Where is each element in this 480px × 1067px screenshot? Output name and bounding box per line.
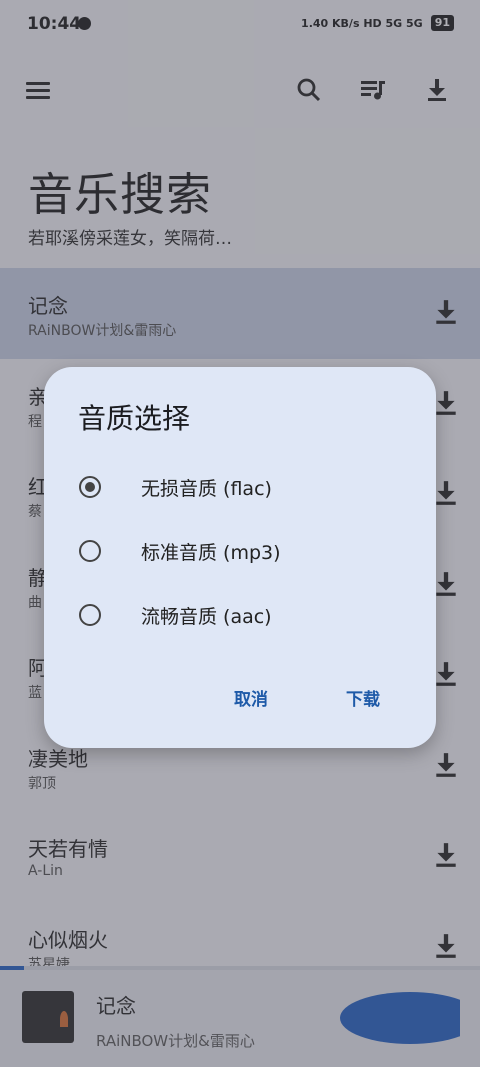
dialog-title: 音质选择 — [78, 402, 191, 435]
option-aac[interactable]: 流畅音质 (aac) — [74, 591, 414, 639]
radio-unchecked-icon[interactable] — [79, 540, 101, 562]
download-button[interactable]: 下载 — [346, 685, 380, 710]
option-label: 流畅音质 (aac) — [141, 605, 272, 628]
option-flac[interactable]: 无损音质 (flac) — [74, 463, 414, 511]
dialog-actions: 取消 下载 — [234, 685, 380, 710]
radio-unchecked-icon[interactable] — [79, 604, 101, 626]
option-label: 标准音质 (mp3) — [141, 541, 281, 564]
option-label: 无损音质 (flac) — [141, 477, 272, 500]
option-mp3[interactable]: 标准音质 (mp3) — [74, 527, 414, 575]
quality-dialog: 音质选择 无损音质 (flac) 标准音质 (mp3) 流畅音质 (aac) 取… — [44, 367, 436, 748]
cancel-button[interactable]: 取消 — [234, 685, 268, 710]
radio-checked-icon[interactable] — [79, 476, 101, 498]
